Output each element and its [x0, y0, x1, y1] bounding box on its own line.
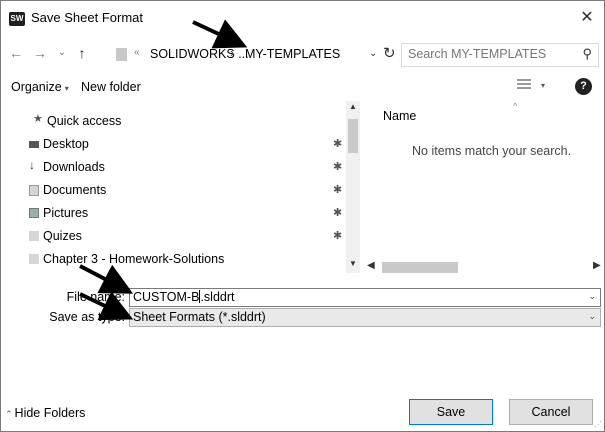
solidworks-app-icon: SW: [9, 12, 25, 26]
documents-icon: [29, 185, 39, 196]
hide-folders-button[interactable]: ⌃ Hide Folders: [5, 406, 85, 420]
pin-icon[interactable]: ✱: [333, 206, 342, 219]
command-bar: Organize ▾ New folder ▾ ?: [1, 73, 604, 101]
organize-caret-icon: ▾: [64, 84, 69, 93]
sidebar-item-quick-access[interactable]: ★ Quick access: [33, 111, 333, 131]
up-arrow-icon[interactable]: ↑: [73, 43, 91, 63]
scroll-up-arrow-icon[interactable]: ▲: [346, 102, 360, 111]
help-icon[interactable]: ?: [575, 78, 592, 95]
organize-label: Organize: [11, 80, 62, 94]
sidebar-item-downloads[interactable]: ↓ Downloads ✱: [29, 157, 342, 177]
desktop-folder-icon: [29, 141, 39, 148]
dialog-title: Save Sheet Format: [31, 10, 143, 25]
recent-locations-chevron-icon[interactable]: ⌄: [53, 43, 71, 63]
scroll-left-arrow-icon[interactable]: ◀: [367, 260, 375, 271]
file-name-label: File name:: [66, 290, 125, 304]
search-input[interactable]: [408, 46, 568, 62]
scroll-down-arrow-icon[interactable]: ▼: [346, 259, 360, 268]
close-icon[interactable]: ✕: [576, 7, 598, 29]
save-sheet-format-dialog: SW Save Sheet Format ✕ ← → ⌄ ↑ « SOLIDWO…: [0, 0, 605, 432]
pin-icon[interactable]: ✱: [333, 183, 342, 196]
breadcrumb-my-templates[interactable]: MY-TEMPLATES: [245, 47, 340, 61]
pin-icon[interactable]: ✱: [333, 160, 342, 173]
sidebar-item-label: Pictures: [43, 206, 89, 220]
pictures-icon: [29, 208, 39, 218]
empty-results-message: No items match your search.: [412, 144, 572, 158]
file-name-field[interactable]: CUSTOM-B.slddrt ⌄: [129, 288, 601, 307]
cancel-button[interactable]: Cancel: [509, 399, 593, 425]
sidebar-item-label: Quick access: [47, 114, 122, 128]
scrollbar-thumb[interactable]: [348, 119, 358, 153]
address-dropdown-icon[interactable]: ⌄: [369, 48, 377, 59]
save-as-type-dropdown-icon[interactable]: ⌄: [588, 311, 596, 322]
file-list-pane: ^ Name No items match your search.: [361, 101, 604, 261]
search-box[interactable]: ⚲: [401, 43, 599, 67]
scrollbar-thumb[interactable]: [382, 262, 458, 273]
navigation-pane: ★ Quick access Desktop ✱ ↓ Downloads ✱ D…: [1, 101, 346, 271]
scroll-right-arrow-icon[interactable]: ▶: [593, 260, 601, 271]
refresh-icon[interactable]: ↻: [383, 44, 396, 62]
title-bar[interactable]: SW Save Sheet Format ✕: [1, 1, 604, 35]
sidebar-item-label: Quizes: [43, 229, 82, 243]
overflow-chevron-icon[interactable]: «: [134, 47, 140, 58]
pin-icon[interactable]: ✱: [333, 229, 342, 242]
save-as-type-value: Sheet Formats (*.slddrt): [133, 310, 266, 324]
star-icon: ★: [33, 113, 43, 125]
file-name-text-before-cursor: CUSTOM-B: [133, 290, 200, 304]
back-arrow-icon[interactable]: ←: [7, 43, 25, 63]
sidebar-item-label: Chapter 3 - Homework-Solutions: [43, 252, 225, 266]
sidebar-item-pictures[interactable]: Pictures ✱: [29, 203, 342, 223]
pin-icon[interactable]: ✱: [333, 137, 342, 150]
view-options-icon[interactable]: [517, 79, 531, 93]
resize-grip-icon[interactable]: ⋰: [594, 420, 602, 429]
file-name-dropdown-icon[interactable]: ⌄: [588, 291, 596, 302]
organize-menu-button[interactable]: Organize ▾: [11, 80, 69, 94]
file-name-text-after-cursor: .slddrt: [200, 290, 235, 304]
sidebar-item-chapter-3[interactable]: Chapter 3 - Homework-Solutions: [29, 249, 329, 269]
sidebar-item-quizes[interactable]: Quizes ✱: [29, 226, 342, 246]
new-folder-button[interactable]: New folder: [81, 80, 141, 94]
forward-arrow-icon[interactable]: →: [31, 43, 49, 63]
sidebar-item-label: Downloads: [43, 160, 105, 174]
address-bar[interactable]: « SOLIDWORKS ... › MY-TEMPLATES ⌄: [113, 42, 380, 68]
column-header-name[interactable]: Name: [383, 109, 416, 123]
sidebar-item-documents[interactable]: Documents ✱: [29, 180, 342, 200]
view-options-caret-icon[interactable]: ▾: [541, 81, 545, 90]
save-button[interactable]: Save: [409, 399, 493, 425]
chevron-up-icon: ⌃: [5, 409, 13, 419]
sidebar-item-label: Documents: [43, 183, 107, 197]
navigation-pane-scrollbar[interactable]: ▲ ▼: [346, 101, 360, 273]
sort-indicator-icon: ^: [513, 101, 518, 111]
sidebar-item-desktop[interactable]: Desktop ✱: [29, 134, 342, 154]
file-list-horizontal-scrollbar[interactable]: ◀ ▶: [361, 260, 604, 275]
hide-folders-label: Hide Folders: [14, 406, 86, 420]
sidebar-item-label: Desktop: [43, 137, 89, 151]
save-as-type-label: Save as type:: [49, 310, 125, 324]
downloads-icon: ↓: [29, 158, 35, 172]
navigation-bar: ← → ⌄ ↑ « SOLIDWORKS ... › MY-TEMPLATES …: [1, 39, 604, 69]
breadcrumb-separator-icon[interactable]: ›: [230, 46, 234, 60]
folder-icon: [29, 231, 39, 241]
file-name-value[interactable]: CUSTOM-B.slddrt: [133, 290, 234, 304]
folder-icon: [29, 254, 39, 264]
search-icon[interactable]: ⚲: [582, 46, 592, 62]
folder-icon: [116, 48, 127, 61]
save-as-type-select[interactable]: Sheet Formats (*.slddrt) ⌄: [129, 308, 601, 327]
